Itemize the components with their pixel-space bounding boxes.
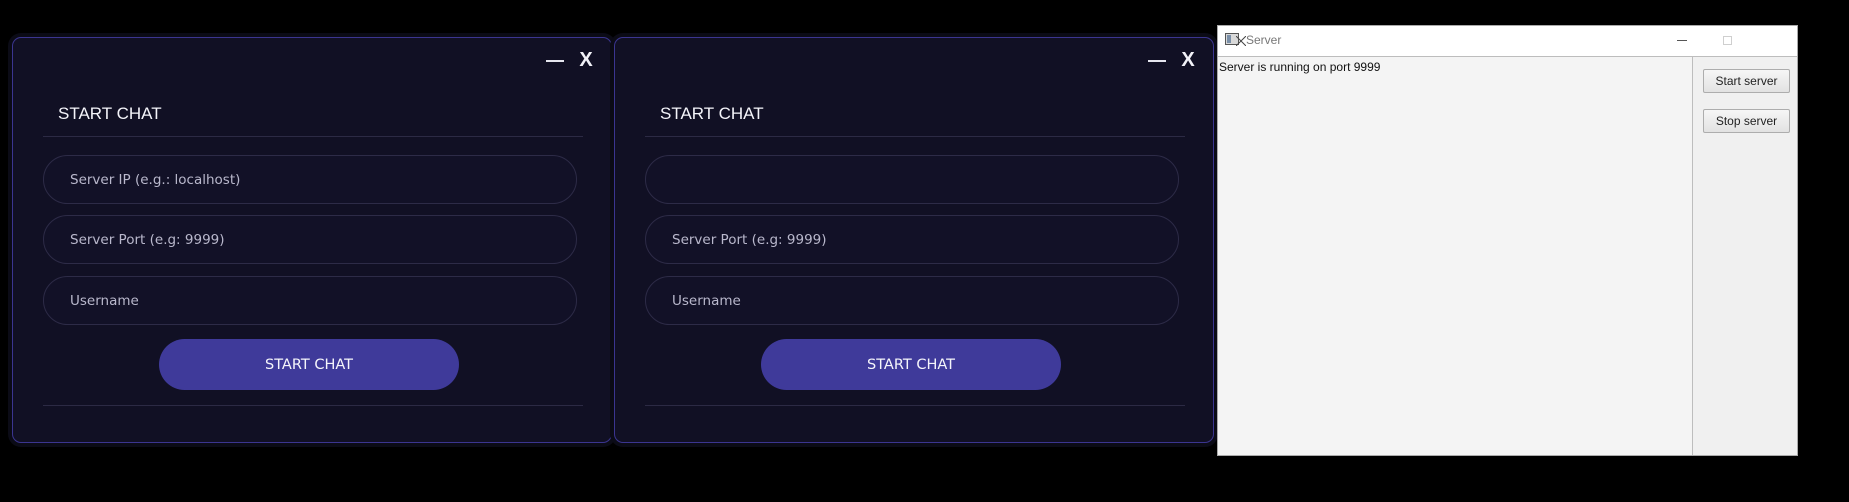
divider	[645, 136, 1185, 137]
minimize-icon[interactable]	[1139, 46, 1173, 74]
server-ip-input[interactable]	[645, 155, 1179, 204]
start-server-button[interactable]: Start server	[1703, 69, 1790, 93]
minimize-icon[interactable]	[537, 46, 571, 74]
server-window: Server Server is running on port 9999 St…	[1217, 25, 1798, 456]
server-log-textarea[interactable]: Server is running on port 9999	[1218, 56, 1693, 455]
start-chat-button[interactable]: START CHAT	[761, 339, 1061, 390]
server-port-input[interactable]	[43, 215, 577, 264]
close-icon[interactable]	[1218, 26, 1264, 56]
chat-client-window-1: X START CHAT START CHAT	[12, 37, 612, 443]
minimize-icon[interactable]	[1659, 26, 1705, 56]
divider	[43, 136, 583, 137]
username-input[interactable]	[645, 276, 1179, 325]
title-bar[interactable]: Server	[1218, 26, 1797, 56]
maximize-icon	[1705, 26, 1751, 56]
chat-title: START CHAT	[58, 104, 162, 123]
start-chat-button[interactable]: START CHAT	[159, 339, 459, 390]
server-port-input[interactable]	[645, 215, 1179, 264]
server-control-panel: Start server Stop server	[1693, 56, 1797, 455]
username-input[interactable]	[43, 276, 577, 325]
log-line: Server is running on port 9999	[1219, 60, 1381, 74]
window-controls: X	[1139, 46, 1203, 74]
window-controls: X	[537, 46, 601, 74]
stop-server-button[interactable]: Stop server	[1703, 109, 1790, 133]
chat-title: START CHAT	[660, 104, 764, 123]
server-ip-input[interactable]	[43, 155, 577, 204]
close-icon[interactable]: X	[1173, 46, 1203, 74]
divider	[43, 405, 583, 406]
close-icon[interactable]: X	[571, 46, 601, 74]
chat-client-window-2: X START CHAT START CHAT	[614, 37, 1214, 443]
divider	[645, 405, 1185, 406]
